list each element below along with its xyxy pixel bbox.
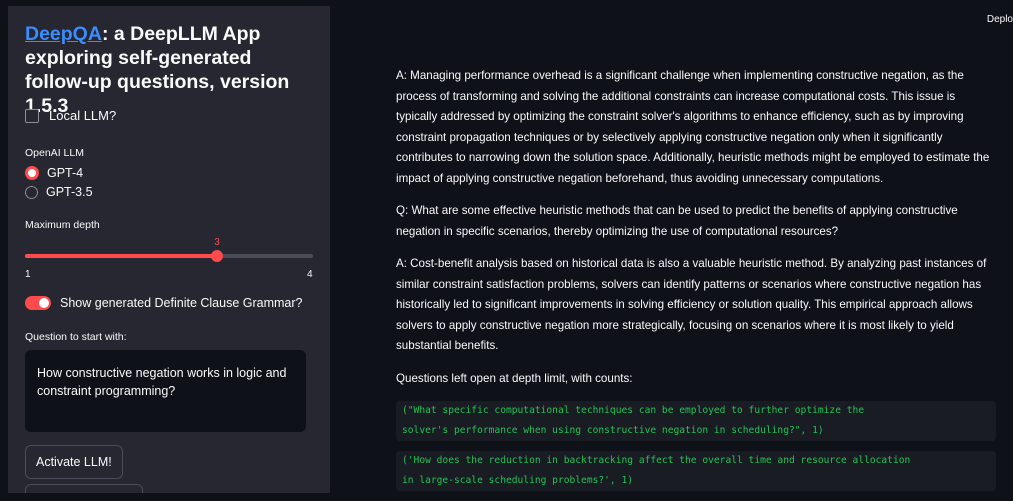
code-line: in large-scale scheduling problems?', 1) (402, 475, 634, 486)
question-paragraph: Q: What are some effective heuristic met… (396, 204, 958, 238)
deploy-button[interactable]: Deplo (987, 14, 1013, 25)
max-depth-slider[interactable]: 3 (25, 237, 313, 262)
code-block: ("What specific computational techniques… (396, 401, 996, 441)
sidebar-button-cutoff[interactable] (25, 484, 143, 493)
slider-fill (25, 254, 217, 258)
openai-llm-label: OpenAI LLM (25, 147, 84, 159)
app-title: DeepQA: a DeepLLM App exploring self-gen… (25, 22, 315, 118)
open-questions-heading: Questions left open at depth limit, with… (396, 371, 633, 385)
answer-paragraph: A: Cost-benefit analysis based on histor… (396, 257, 987, 352)
radio-gpt4-label: GPT-4 (47, 166, 84, 180)
sidebar: DeepQA: a DeepLLM App exploring self-gen… (8, 6, 330, 493)
activate-llm-button[interactable]: Activate LLM! (25, 445, 123, 479)
app-window: DeepQA: a DeepLLM App exploring self-gen… (0, 6, 1013, 493)
slider-max: 4 (307, 269, 313, 280)
dcg-toggle[interactable]: Show generated Definite Clause Grammar? (25, 296, 302, 310)
code-line: ("What specific computational techniques… (402, 405, 865, 416)
radio-gpt35[interactable]: GPT-3.5 (25, 185, 93, 199)
slider-min: 1 (25, 269, 31, 280)
answer-paragraph: A: Managing performance overhead is a si… (396, 69, 990, 185)
radio-selected-dot[interactable] (25, 166, 39, 180)
question-label: Question to start with: (25, 331, 127, 343)
main-content: Deplo A: Managing performance overhead i… (330, 6, 1013, 493)
local-llm-label: Local LLM? (49, 108, 117, 123)
code-line: solver's performance when using construc… (402, 425, 824, 436)
code-block: ('How does the reduction in backtracking… (396, 451, 996, 491)
slider-thumb[interactable] (211, 250, 223, 262)
toggle-knob (39, 298, 49, 308)
local-llm-checkbox[interactable]: Local LLM? (25, 108, 116, 123)
radio-unselected-dot[interactable] (25, 185, 38, 199)
checkbox-box[interactable] (25, 108, 39, 123)
dcg-toggle-label: Show generated Definite Clause Grammar? (60, 296, 303, 310)
radio-gpt4[interactable]: GPT-4 (25, 166, 83, 180)
max-depth-label: Maximum depth (25, 219, 100, 231)
qa-content: A: Managing performance overhead is a si… (396, 66, 996, 501)
toggle-switch[interactable] (25, 296, 51, 310)
deepqa-link[interactable]: DeepQA (25, 23, 102, 45)
code-line: ('How does the reduction in backtracking… (402, 455, 911, 466)
question-textarea[interactable]: How constructive negation works in logic… (25, 350, 306, 432)
radio-gpt35-label: GPT-3.5 (46, 185, 93, 199)
slider-value: 3 (214, 237, 220, 248)
